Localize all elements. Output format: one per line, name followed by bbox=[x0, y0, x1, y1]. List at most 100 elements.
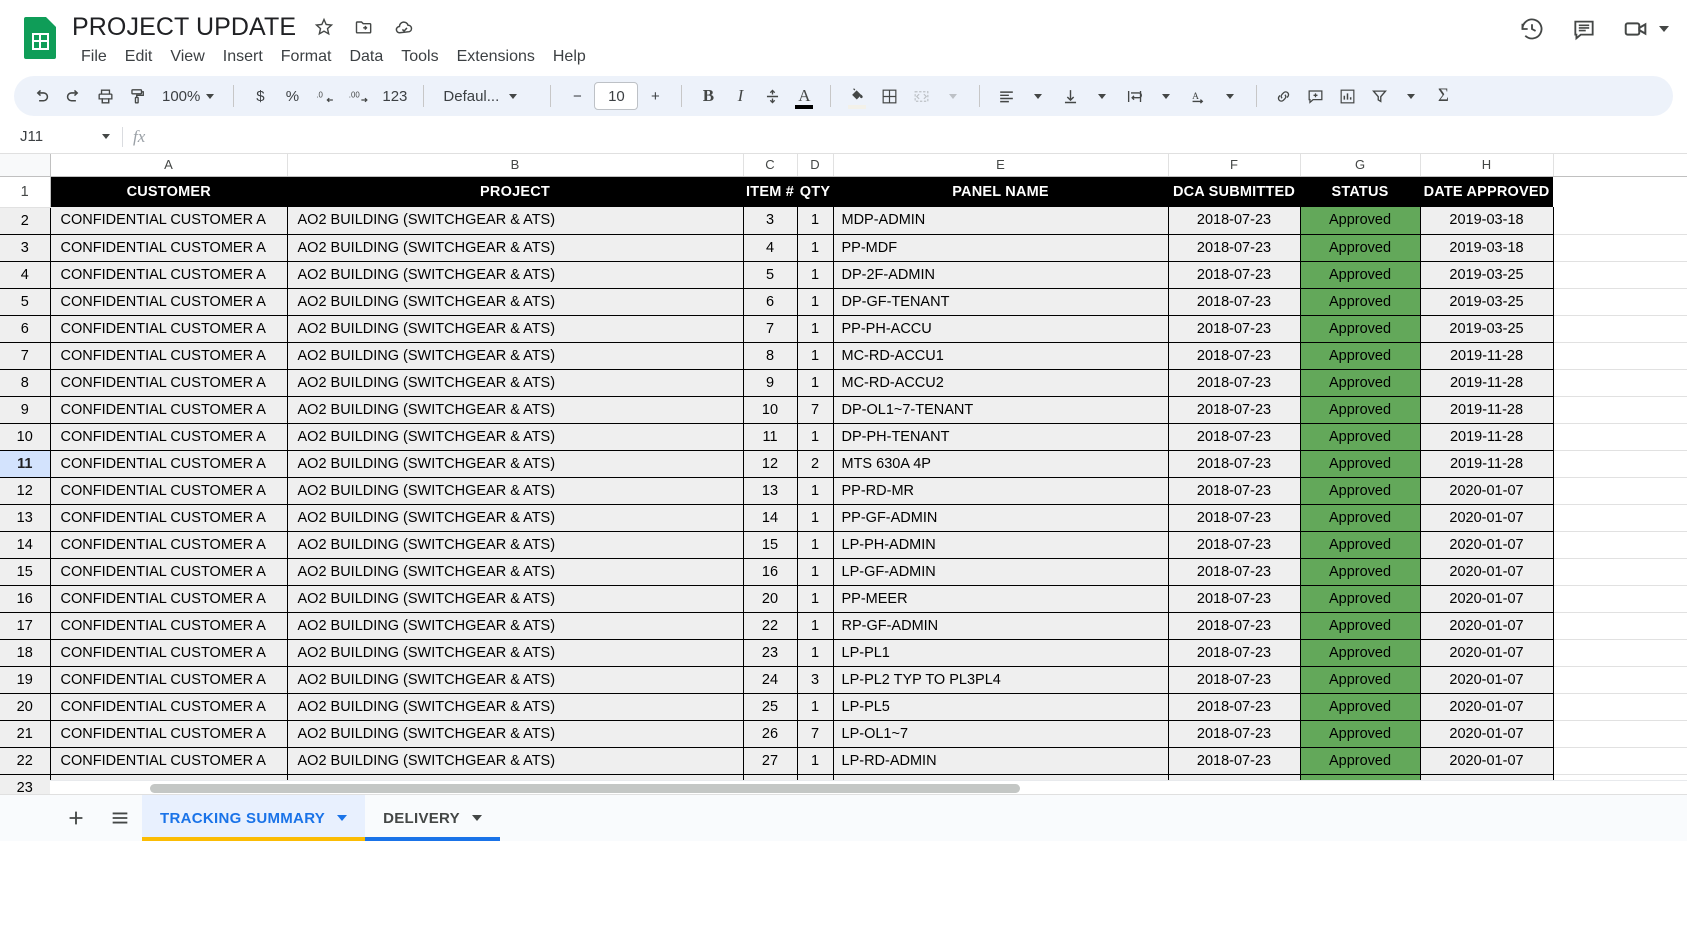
cell-project[interactable]: AO2 BUILDING (SWITCHGEAR & ATS) bbox=[287, 639, 744, 667]
cell-panel-name[interactable]: LP-PL2 TYP TO PL3PL4 bbox=[833, 666, 1169, 694]
status-badge[interactable]: Approved bbox=[1300, 450, 1421, 478]
column-header-b[interactable]: B bbox=[287, 154, 744, 177]
status-badge[interactable]: Approved bbox=[1300, 531, 1421, 559]
cell-project[interactable]: AO2 BUILDING (SWITCHGEAR & ATS) bbox=[287, 477, 744, 505]
status-badge[interactable]: Approved bbox=[1300, 369, 1421, 397]
cell-panel-name[interactable]: PP-MEER bbox=[833, 585, 1169, 613]
comment-icon[interactable] bbox=[1569, 14, 1599, 44]
menu-extensions[interactable]: Extensions bbox=[448, 45, 544, 69]
sheet-tab-1[interactable]: DELIVERY bbox=[365, 795, 500, 841]
cell-project[interactable]: AO2 BUILDING (SWITCHGEAR & ATS) bbox=[287, 450, 744, 478]
status-badge[interactable]: Approved bbox=[1300, 639, 1421, 667]
text-wrapping-dropdown[interactable] bbox=[1151, 81, 1181, 111]
status-badge[interactable]: Approved bbox=[1300, 315, 1421, 343]
row-number-4[interactable]: 4 bbox=[0, 261, 51, 289]
column-header-d[interactable]: D bbox=[797, 154, 834, 177]
cell-panel-name[interactable]: PP-PH-ACCU bbox=[833, 315, 1169, 343]
row-number-21[interactable]: 21 bbox=[0, 720, 51, 748]
cell-item-number[interactable]: 9 bbox=[743, 369, 798, 397]
cell-qty[interactable]: 1 bbox=[797, 261, 834, 289]
status-badge[interactable]: Approved bbox=[1300, 720, 1421, 748]
chevron-down-icon[interactable] bbox=[337, 815, 348, 821]
table-row[interactable]: 2 CONFIDENTIAL CUSTOMER A AO2 BUILDING (SW… bbox=[0, 207, 1687, 235]
cell-customer[interactable]: CONFIDENTIAL CUSTOMER A bbox=[49, 558, 288, 586]
status-badge[interactable]: Approved bbox=[1300, 234, 1421, 262]
menu-help[interactable]: Help bbox=[544, 45, 595, 69]
table-row[interactable]: 10 CONFIDENTIAL CUSTOMER A AO2 BUILDING (S… bbox=[0, 423, 1687, 451]
cell-panel-name[interactable]: LP-PL1 bbox=[833, 639, 1169, 667]
cell-panel-name[interactable]: LP-OL1~7 bbox=[833, 720, 1169, 748]
status-badge[interactable]: Approved bbox=[1300, 396, 1421, 424]
cell-project[interactable]: AO2 BUILDING (SWITCHGEAR & ATS) bbox=[287, 288, 744, 316]
video-call-icon[interactable] bbox=[1621, 14, 1651, 44]
cell-qty[interactable]: 1 bbox=[797, 585, 834, 613]
cell-customer[interactable]: CONFIDENTIAL CUSTOMER A bbox=[49, 639, 288, 667]
horizontal-scrollbar-thumb[interactable] bbox=[150, 784, 1020, 793]
cell-qty[interactable]: 1 bbox=[797, 234, 834, 262]
text-wrapping-button[interactable] bbox=[1119, 81, 1149, 111]
cell-item-number[interactable]: 22 bbox=[743, 612, 798, 640]
cell-date-approved[interactable]: 2019-11-28 bbox=[1420, 423, 1554, 451]
cell-dca-submitted[interactable]: 2018-07-23 bbox=[1168, 720, 1301, 748]
cell-dca-submitted[interactable]: 2018-07-23 bbox=[1168, 450, 1301, 478]
cell-dca-submitted[interactable]: 2018-07-23 bbox=[1168, 477, 1301, 505]
text-color-button[interactable]: A bbox=[789, 81, 819, 111]
insert-comment-button[interactable] bbox=[1300, 81, 1330, 111]
table-row[interactable]: 14 CONFIDENTIAL CUSTOMER A AO2 BUILDING (S… bbox=[0, 531, 1687, 559]
row-number-13[interactable]: 13 bbox=[0, 504, 51, 532]
row-number-11[interactable]: 11 bbox=[0, 450, 51, 478]
cell-date-approved[interactable]: 2020-01-07 bbox=[1420, 693, 1554, 721]
status-badge[interactable]: Approved bbox=[1300, 612, 1421, 640]
row-number-6[interactable]: 6 bbox=[0, 315, 51, 343]
vertical-align-dropdown[interactable] bbox=[1087, 81, 1117, 111]
row-number-10[interactable]: 10 bbox=[0, 423, 51, 451]
cell-item-number[interactable]: 15 bbox=[743, 531, 798, 559]
cell-dca-submitted[interactable]: 2018-07-23 bbox=[1168, 396, 1301, 424]
cell-project[interactable]: AO2 BUILDING (SWITCHGEAR & ATS) bbox=[287, 423, 744, 451]
table-row[interactable]: 18 CONFIDENTIAL CUSTOMER A AO2 BUILDING (S… bbox=[0, 639, 1687, 667]
cell-dca-submitted[interactable]: 2018-07-23 bbox=[1168, 666, 1301, 694]
horizontal-align-button[interactable] bbox=[991, 81, 1021, 111]
cell-item-number[interactable]: 26 bbox=[743, 720, 798, 748]
cell-dca-submitted[interactable]: 2018-07-23 bbox=[1168, 234, 1301, 262]
table-row[interactable]: 9 CONFIDENTIAL CUSTOMER A AO2 BUILDING (SW… bbox=[0, 396, 1687, 424]
cell-qty[interactable]: 1 bbox=[797, 423, 834, 451]
cell-date-approved[interactable]: 2020-01-07 bbox=[1420, 504, 1554, 532]
cell-dca-submitted[interactable]: 2018-07-23 bbox=[1168, 342, 1301, 370]
document-title[interactable]: PROJECT UPDATE bbox=[72, 13, 296, 42]
cell-customer[interactable]: CONFIDENTIAL CUSTOMER A bbox=[49, 612, 288, 640]
number-format-button[interactable]: 123 bbox=[377, 81, 412, 111]
status-badge[interactable]: Approved bbox=[1300, 585, 1421, 613]
cell-date-approved[interactable]: 2020-01-07 bbox=[1420, 639, 1554, 667]
increase-decimal-button[interactable]: .00 bbox=[343, 81, 375, 111]
percent-format-button[interactable]: % bbox=[277, 81, 307, 111]
cell-qty[interactable]: 1 bbox=[797, 558, 834, 586]
zoom-control[interactable]: 100% bbox=[154, 81, 222, 111]
cell-date-approved[interactable]: 2020-01-07 bbox=[1420, 585, 1554, 613]
cell-date-approved[interactable]: 2019-03-25 bbox=[1420, 315, 1554, 343]
cell-date-approved[interactable]: 2019-03-18 bbox=[1420, 234, 1554, 262]
cell-item-number[interactable]: 12 bbox=[743, 450, 798, 478]
row-number-17[interactable]: 17 bbox=[0, 612, 51, 640]
chevron-down-icon[interactable] bbox=[471, 815, 482, 821]
table-row[interactable]: 11 CONFIDENTIAL CUSTOMER A AO2 BUILDING (S… bbox=[0, 450, 1687, 478]
cell-project[interactable]: AO2 BUILDING (SWITCHGEAR & ATS) bbox=[287, 261, 744, 289]
table-row[interactable]: 20 CONFIDENTIAL CUSTOMER A AO2 BUILDING (S… bbox=[0, 693, 1687, 721]
cell-item-number[interactable]: 8 bbox=[743, 342, 798, 370]
filter-dropdown[interactable] bbox=[1396, 81, 1426, 111]
cell-qty[interactable]: 3 bbox=[797, 666, 834, 694]
cell-panel-name[interactable]: DP-OL1~7-TENANT bbox=[833, 396, 1169, 424]
table-row[interactable]: 8 CONFIDENTIAL CUSTOMER A AO2 BUILDING (SW… bbox=[0, 369, 1687, 397]
star-icon[interactable] bbox=[312, 15, 336, 39]
row-number-20[interactable]: 20 bbox=[0, 693, 51, 721]
cell-project[interactable]: AO2 BUILDING (SWITCHGEAR & ATS) bbox=[287, 369, 744, 397]
cell-panel-name[interactable]: MC-RD-ACCU1 bbox=[833, 342, 1169, 370]
cell-project[interactable]: AO2 BUILDING (SWITCHGEAR & ATS) bbox=[287, 585, 744, 613]
cell-dca-submitted[interactable]: 2018-07-23 bbox=[1168, 693, 1301, 721]
cell-item-number[interactable]: 6 bbox=[743, 288, 798, 316]
row-number-19[interactable]: 19 bbox=[0, 666, 51, 694]
menu-view[interactable]: View bbox=[161, 45, 213, 69]
print-button[interactable] bbox=[90, 81, 120, 111]
cell-customer[interactable]: CONFIDENTIAL CUSTOMER A bbox=[49, 450, 288, 478]
cell-customer[interactable]: CONFIDENTIAL CUSTOMER A bbox=[49, 585, 288, 613]
